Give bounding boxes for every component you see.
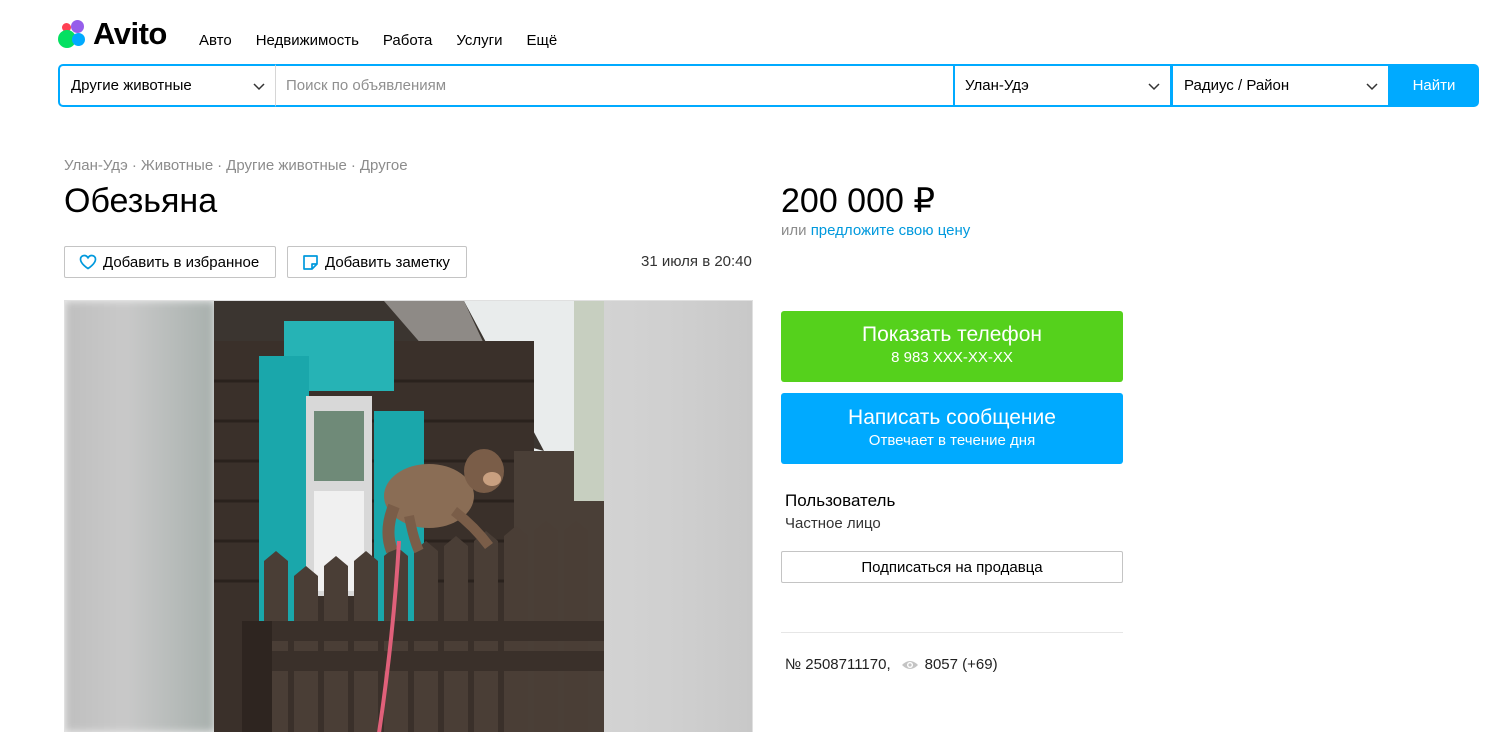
price-offer: или предложите свою цену xyxy=(781,222,970,239)
avito-logo[interactable]: Avito xyxy=(58,18,167,50)
eye-icon xyxy=(901,660,918,669)
listing-photo[interactable] xyxy=(214,301,604,732)
seller-type: Частное лицо xyxy=(785,515,881,532)
category-select[interactable]: Другие животные xyxy=(58,64,277,107)
publish-date: 31 июля в 20:40 xyxy=(641,253,752,270)
heart-icon xyxy=(79,254,97,270)
note-icon xyxy=(303,254,318,270)
seller-name[interactable]: Пользователь xyxy=(785,491,895,511)
nav-item-jobs[interactable]: Работа xyxy=(383,32,433,49)
subscribe-seller-button[interactable]: Подписаться на продавца xyxy=(781,551,1123,583)
chevron-down-icon xyxy=(1366,82,1378,90)
photo-gallery[interactable] xyxy=(64,300,753,732)
masked-phone: 8 983 XXX-XX-XX xyxy=(891,349,1013,366)
breadcrumb-item-animals[interactable]: Животные xyxy=(141,157,213,174)
breadcrumb: Улан-Удэ · Животные · Другие животные · Другое xyxy=(64,157,408,174)
category-select-value: Другие животные xyxy=(71,77,192,94)
radius-select-value: Радиус / Район xyxy=(1184,77,1290,94)
logo-text: Avito xyxy=(93,16,167,51)
nav-item-more[interactable]: Ещё xyxy=(527,32,558,49)
city-select[interactable]: Улан-Удэ xyxy=(953,64,1172,107)
search-button[interactable]: Найти xyxy=(1389,64,1479,107)
breadcrumb-item-other-animals[interactable]: Другие животные xyxy=(226,157,347,174)
search-bar: Другие животные Улан-Удэ Радиус / Район … xyxy=(58,64,1481,107)
price: 200 000 ₽ xyxy=(781,182,935,220)
add-favorite-button[interactable]: Добавить в избранное xyxy=(64,246,276,278)
listing-id: № 2508711170, xyxy=(785,656,891,673)
chevron-down-icon xyxy=(1148,82,1160,90)
logo-dots-icon xyxy=(58,18,92,50)
add-note-label: Добавить заметку xyxy=(325,253,450,271)
nav-item-services[interactable]: Услуги xyxy=(456,32,502,49)
show-phone-label: Показать телефон xyxy=(862,323,1042,346)
offer-price-link[interactable]: предложите свою цену xyxy=(811,222,971,239)
listing-meta: № 2508711170, 8057 (+69) xyxy=(785,656,998,673)
send-message-button[interactable]: Написать сообщение Отвечает в течение дн… xyxy=(781,393,1123,464)
chevron-down-icon xyxy=(253,82,265,90)
monkey-photo-image xyxy=(214,301,604,732)
nav-item-realty[interactable]: Недвижимость xyxy=(256,32,359,49)
breadcrumb-item-city[interactable]: Улан-Удэ xyxy=(64,157,128,174)
show-phone-button[interactable]: Показать телефон 8 983 XXX-XX-XX xyxy=(781,311,1123,382)
radius-select[interactable]: Радиус / Район xyxy=(1171,64,1390,107)
price-offer-prefix: или xyxy=(781,222,807,239)
search-field-wrap xyxy=(275,64,953,107)
divider xyxy=(781,632,1123,633)
add-note-button[interactable]: Добавить заметку xyxy=(287,246,467,278)
response-time: Отвечает в течение дня xyxy=(868,432,1036,449)
nav-item-auto[interactable]: Авто xyxy=(199,32,232,49)
search-input[interactable] xyxy=(286,77,953,94)
top-nav: Авто Недвижимость Работа Услуги Ещё xyxy=(199,32,581,49)
views-count: 8057 (+69) xyxy=(924,656,998,673)
add-favorite-label: Добавить в избранное xyxy=(103,253,260,271)
city-select-value: Улан-Удэ xyxy=(965,77,1029,94)
send-message-label: Написать сообщение xyxy=(848,406,1056,429)
gallery-blur-left xyxy=(65,301,215,732)
breadcrumb-item-other[interactable]: Другое xyxy=(360,157,408,174)
page-title: Обезьяна xyxy=(64,182,218,220)
gallery-blur-right xyxy=(604,301,752,732)
